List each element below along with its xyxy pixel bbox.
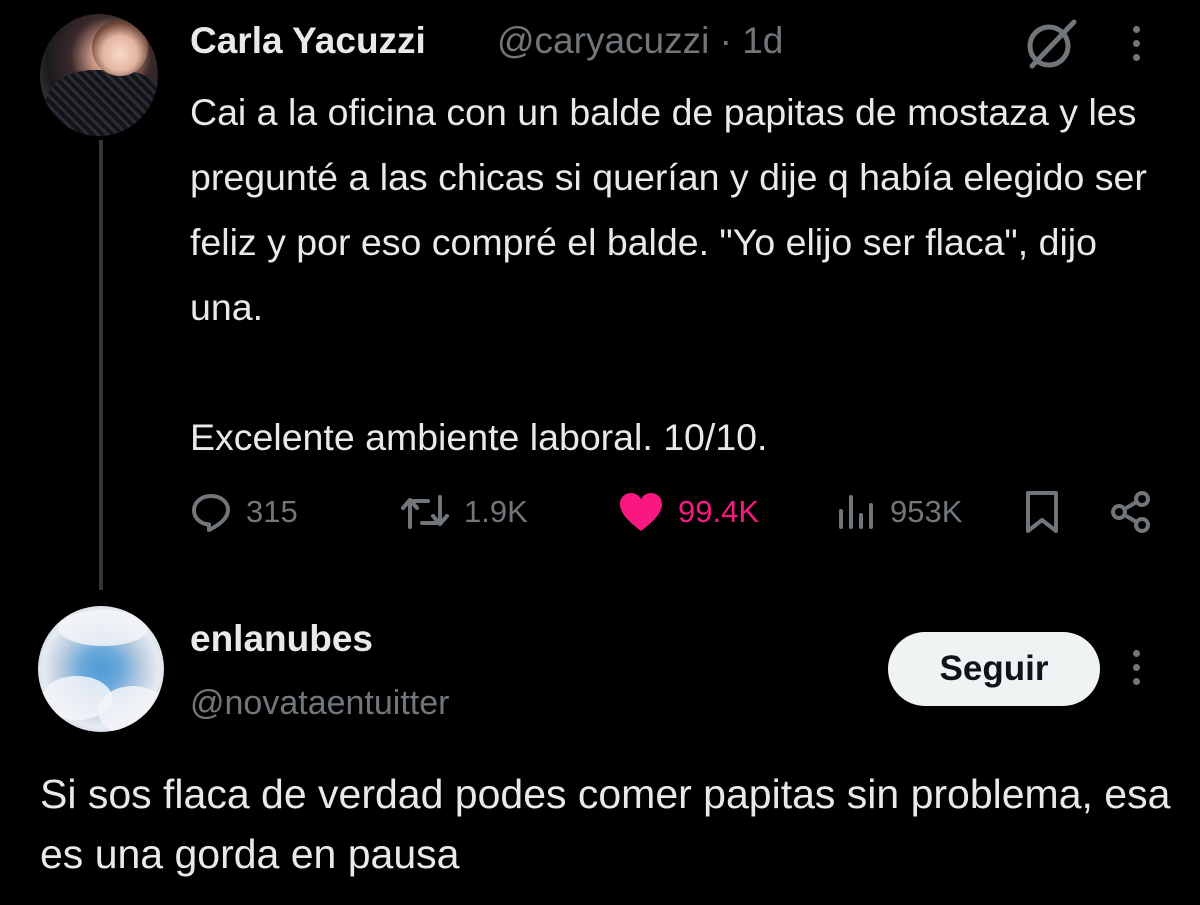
reply-more-options-icon[interactable] <box>1130 650 1142 692</box>
reply-author-handle[interactable]: @novataentuitter <box>190 684 449 723</box>
avatar-cloud-shape <box>98 686 164 732</box>
reply-text: Si sos flaca de verdad podes comer papit… <box>40 771 1171 877</box>
tweet-handle-and-time[interactable]: @caryacuzzi · 1d <box>497 20 783 62</box>
thread-connector-line <box>99 140 103 590</box>
like-button[interactable]: 99.4K <box>618 488 759 536</box>
more-options-icon[interactable] <box>1130 26 1142 68</box>
like-count: 99.4K <box>678 494 760 529</box>
views-chart-icon <box>839 495 873 529</box>
share-button[interactable] <box>1108 488 1154 536</box>
avatar-figure-dress <box>46 70 158 136</box>
repost-count: 1.9K <box>464 494 528 529</box>
avatar-figure-face <box>92 20 148 76</box>
reply-icon <box>192 494 230 532</box>
bookmark-icon <box>1026 491 1058 533</box>
author-avatar[interactable] <box>40 14 158 136</box>
reply-author-avatar[interactable] <box>38 606 164 732</box>
avatar-cloud-shape <box>58 610 148 646</box>
views-button[interactable]: 953K <box>836 488 962 536</box>
heart-filled-icon <box>620 493 662 531</box>
follow-button[interactable]: Seguir <box>888 632 1100 706</box>
grok-icon[interactable] <box>1022 18 1080 70</box>
reply-button[interactable]: 315 <box>190 488 298 536</box>
tweet-author-name[interactable]: Carla Yacuzzi <box>190 20 426 62</box>
reply-count: 315 <box>246 494 298 529</box>
repost-icon <box>401 495 449 529</box>
tweet-action-bar: 315 1.9K 99.4K 953K <box>190 488 1160 536</box>
tweet-text: Cai a la oficina con un balde de papitas… <box>190 91 1147 458</box>
reply-author-name[interactable]: enlanubes <box>190 618 373 660</box>
share-icon <box>1111 491 1150 533</box>
repost-button[interactable]: 1.9K <box>400 488 528 536</box>
views-count: 953K <box>890 494 963 529</box>
bookmark-button[interactable] <box>1022 488 1062 536</box>
